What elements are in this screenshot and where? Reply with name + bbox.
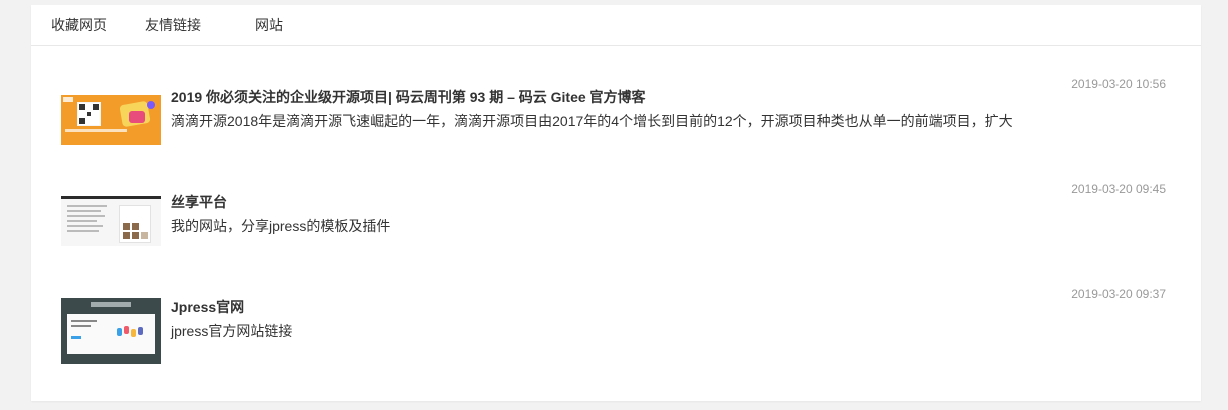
sixiang-thumbnail[interactable] — [61, 196, 161, 246]
list-item: 2019 你必须关注的企业级开源项目| 码云周刊第 93 期 – 码云 Gite… — [31, 77, 1201, 167]
item-description: 滴滴开源2018年是滴滴开源飞速崛起的一年，滴滴开源项目由2017年的4个增长到… — [171, 113, 1013, 129]
jpress-thumbnail[interactable] — [61, 298, 161, 364]
item-date: 2019-03-20 09:37 — [1071, 287, 1166, 301]
list-item: Jpress官网 jpress官方网站链接 2019-03-20 09:37 — [31, 287, 1201, 377]
tab-websites[interactable]: 网站 — [255, 5, 283, 45]
item-title[interactable]: 丝享平台 — [171, 192, 227, 212]
item-title[interactable]: Jpress官网 — [171, 297, 244, 317]
tab-bookmarks[interactable]: 收藏网页 — [51, 5, 107, 45]
gitee-weekly-thumbnail[interactable] — [61, 95, 161, 145]
item-description: 我的网站，分享jpress的模板及插件 — [171, 218, 391, 234]
tab-friend-links[interactable]: 友情链接 — [145, 5, 201, 45]
list-item: 丝享平台 我的网站，分享jpress的模板及插件 2019-03-20 09:4… — [31, 182, 1201, 272]
item-date: 2019-03-20 10:56 — [1071, 77, 1166, 91]
item-title[interactable]: 2019 你必须关注的企业级开源项目| 码云周刊第 93 期 – 码云 Gite… — [171, 87, 646, 107]
content-panel: 收藏网页 友情链接 网站 2019 你必须关注的企业级开源项目| 码云周刊第 9… — [31, 5, 1201, 401]
tab-bar: 收藏网页 友情链接 网站 — [31, 5, 1201, 46]
item-date: 2019-03-20 09:45 — [1071, 182, 1166, 196]
item-description: jpress官方网站链接 — [171, 323, 293, 339]
